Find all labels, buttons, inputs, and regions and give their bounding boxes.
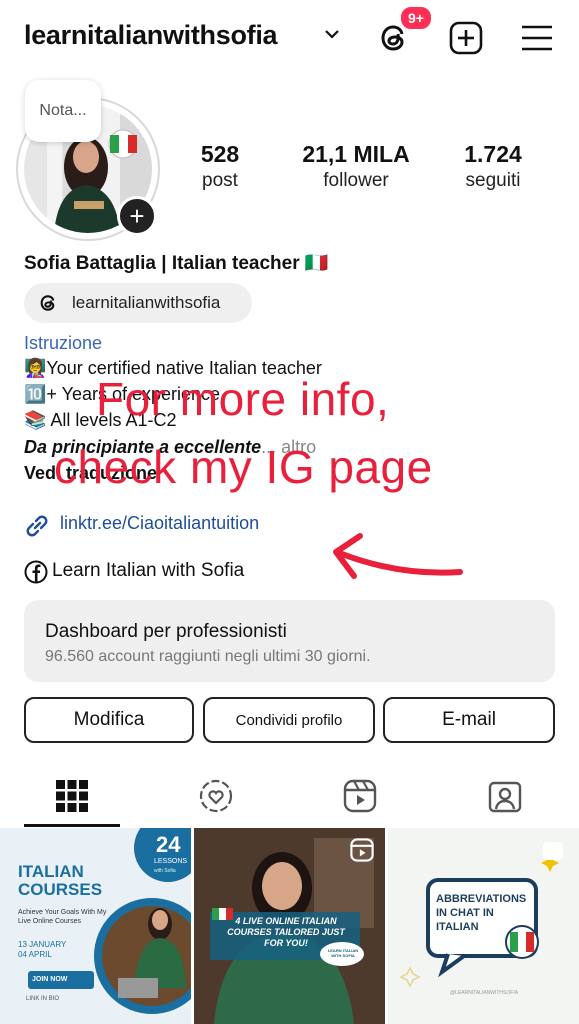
post-3-title: ABBREVIATIONS IN CHAT IN ITALIAN (436, 893, 527, 933)
tab-reels[interactable] (340, 776, 380, 816)
arrow-annotation-icon (333, 533, 463, 579)
bio-link[interactable]: linktr.ee/Ciaoitaliantuition (60, 513, 259, 534)
dashboard-title: Dashboard per professionisti (45, 621, 287, 642)
grid-post-2[interactable]: 4 LIVE ONLINE ITALIAN COURSES TAILORED J… (194, 828, 385, 1024)
stat-label: post (202, 170, 238, 191)
stat-value: 528 (200, 141, 240, 167)
stat-followers[interactable]: 21,1 MILA follower (296, 141, 416, 192)
post-1-title-2: COURSES (18, 880, 103, 899)
profile-category: Istruzione (24, 333, 103, 353)
facebook-icon (24, 560, 48, 584)
professional-dashboard[interactable]: Dashboard per professionisti 96.560 acco… (24, 600, 555, 682)
edit-profile-button[interactable]: Modifica (24, 697, 194, 743)
overlay-annotation-line2: check my IG page (54, 441, 433, 493)
menu-icon[interactable] (521, 24, 553, 52)
post-1-footer: LINK IN BIO (26, 996, 60, 1002)
post-2-badge: LEARN ITALIAN WITH SOFIA (327, 948, 359, 958)
link-icon (26, 515, 48, 537)
stat-posts[interactable]: 528 post (180, 141, 260, 192)
threads-icon (40, 295, 55, 311)
overlay-annotation-line1: For more info, (96, 373, 390, 425)
email-button[interactable]: E-mail (383, 697, 555, 743)
profile-username[interactable]: learnitalianwithsofia (24, 20, 278, 51)
create-post-icon[interactable] (449, 21, 483, 55)
tab-tagged[interactable] (485, 776, 525, 816)
grid-post-3[interactable]: ABBREVIATIONS IN CHAT IN ITALIAN @LEARNI… (388, 828, 579, 1024)
grid-icon (56, 780, 88, 812)
stat-following[interactable]: 1.724 seguiti (447, 141, 539, 192)
facebook-page-link[interactable]: Learn Italian with Sofia (52, 560, 244, 582)
post-1-tagline: Achieve Your Goals With My Live Online C… (18, 909, 107, 925)
stat-label: seguiti (465, 170, 521, 191)
post-2-caption: 4 LIVE ONLINE ITALIAN COURSES TAILORED J… (227, 916, 345, 948)
tab-grid[interactable] (52, 776, 92, 816)
post-1-date-2: 04 APRIL (18, 950, 52, 959)
reel-indicator-icon (350, 838, 374, 862)
reels-icon (343, 779, 377, 813)
post-1-lessons-sub: with Sofia (154, 868, 176, 874)
active-tab-indicator (24, 824, 120, 827)
stat-label: follower (323, 170, 389, 191)
tab-subscriptions[interactable] (196, 776, 236, 816)
threads-handle: learnitalianwithsofia (72, 293, 221, 312)
tagged-person-icon (488, 781, 522, 813)
post-1-lessons-word: LESSONS (154, 858, 188, 865)
grid-post-1[interactable]: 24 LESSONS with Sofia ITALIAN COURSES Ac… (0, 828, 191, 1024)
chevron-down-icon[interactable] (324, 28, 340, 40)
post-1-cta: JOIN NOW (32, 976, 68, 983)
stat-value: 21,1 MILA (302, 141, 410, 167)
stat-value: 1.724 (464, 141, 522, 167)
share-profile-button[interactable]: Condividi profilo (203, 697, 375, 743)
post-1-title-1: ITALIAN (18, 862, 84, 881)
threads-link-chip[interactable]: learnitalianwithsofia (24, 283, 252, 323)
post-1-lessons-number: 24 (156, 832, 181, 857)
add-story-icon[interactable]: + (117, 196, 157, 236)
note-bubble[interactable]: Nota... (25, 80, 101, 142)
profile-name: Sofia Battaglia | Italian teacher 🇮🇹 (24, 253, 329, 274)
notification-badge: 9+ (399, 5, 433, 31)
post-3-footer: @LEARNITALIANWITHSOFIA (450, 990, 519, 996)
post-1-date-1: 13 JANUARY (18, 940, 67, 949)
dashboard-subtitle: 96.560 account raggiunti negli ultimi 30… (45, 648, 371, 665)
heart-circle-icon (199, 779, 233, 813)
